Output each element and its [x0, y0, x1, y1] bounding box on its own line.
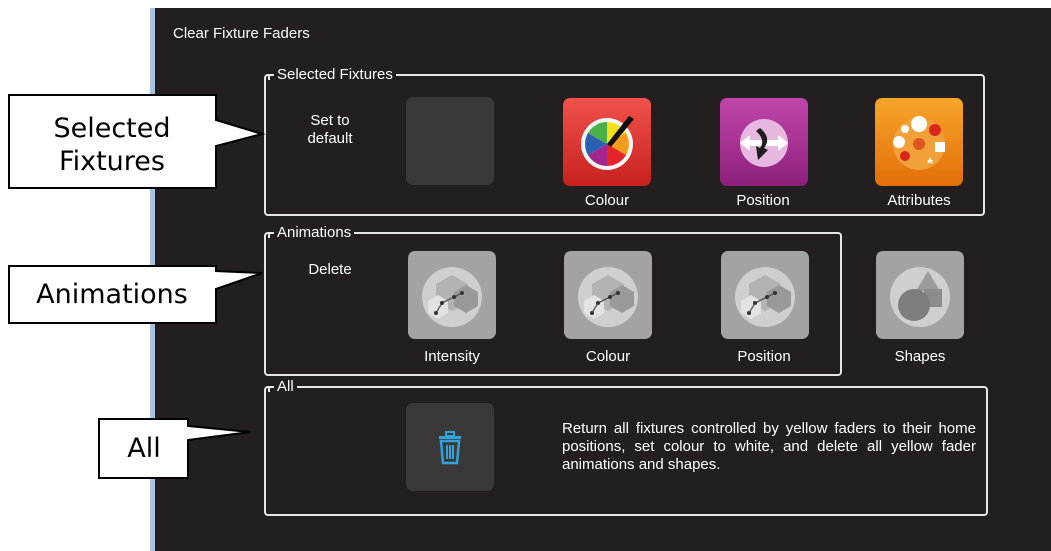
- all-legend: All: [268, 378, 297, 396]
- position-animation-tile-label: Position: [737, 348, 791, 365]
- selected-fixtures-legend: Selected Fixtures: [268, 66, 396, 84]
- delete-colour-animation-button[interactable]: [564, 251, 652, 339]
- position-icon: [720, 98, 808, 186]
- colour-button[interactable]: [563, 98, 651, 186]
- animation-icon: [721, 251, 809, 339]
- position-tile-label: Position: [736, 192, 790, 209]
- callout-selected-fixtures-text: Selected Fixtures: [53, 113, 171, 177]
- clear-all-description: Return all fixtures controlled by yellow…: [562, 420, 976, 473]
- delete-label: Delete: [308, 261, 352, 278]
- colour-tile-label: Colour: [584, 192, 630, 209]
- attributes-button[interactable]: [875, 98, 963, 186]
- clear-fixture-faders-panel: Clear Fixture Faders Selected Fixtures S…: [155, 8, 1051, 551]
- position-button[interactable]: [720, 98, 808, 186]
- shapes-icon: [876, 251, 964, 339]
- colour-wheel-icon: [563, 98, 651, 186]
- delete-intensity-animation-button[interactable]: [408, 251, 496, 339]
- panel-title: Clear Fixture Faders: [173, 25, 310, 42]
- callout-all-text: All: [127, 433, 161, 464]
- blank-tile-button[interactable]: [406, 97, 494, 185]
- intensity-tile-label: Intensity: [424, 348, 480, 365]
- animation-icon: [408, 251, 496, 339]
- animation-icon: [564, 251, 652, 339]
- set-to-default-label: Set to default: [307, 112, 353, 147]
- attributes-tile-label: Attributes: [887, 192, 951, 209]
- clear-all-button[interactable]: [406, 403, 494, 491]
- trash-icon: [439, 431, 461, 465]
- colour-animation-tile-label: Colour: [585, 348, 631, 365]
- delete-shapes-button[interactable]: [876, 251, 964, 339]
- callout-animations-text: Animations: [36, 279, 188, 310]
- shapes-tile-label: Shapes: [894, 348, 946, 365]
- delete-position-animation-button[interactable]: [721, 251, 809, 339]
- animations-legend: Animations: [267, 224, 355, 242]
- attributes-icon: [875, 98, 963, 186]
